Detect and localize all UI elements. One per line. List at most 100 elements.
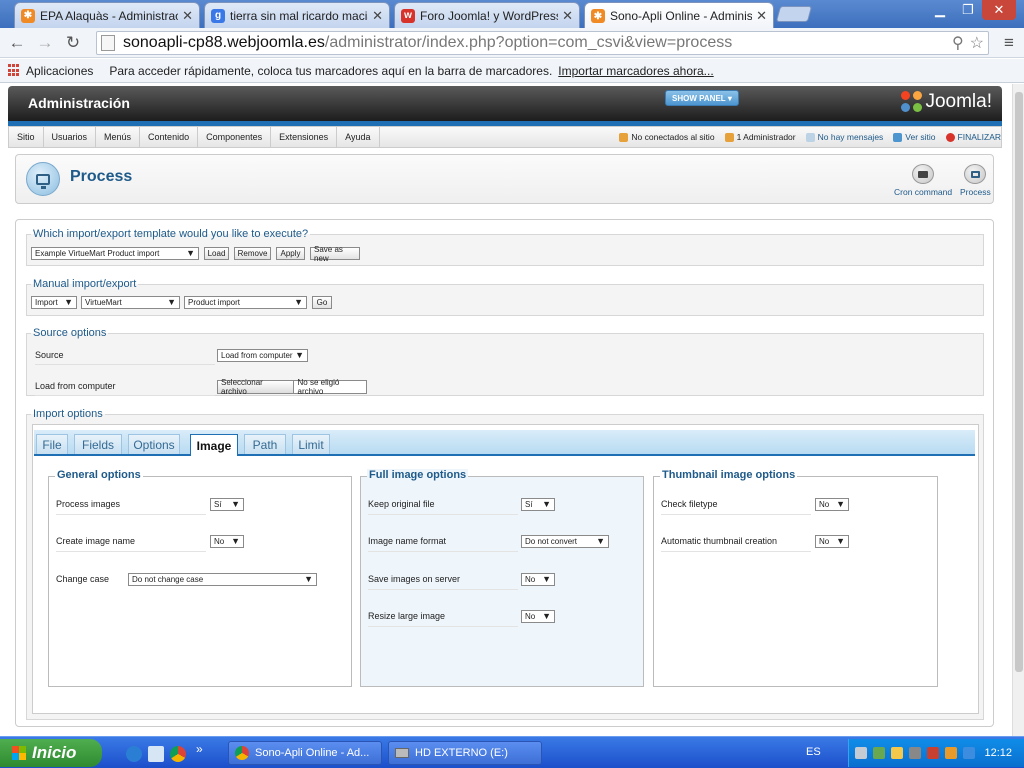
- resize-large-select[interactable]: No ▼: [521, 610, 555, 623]
- change-case-value: Do not change case: [132, 575, 204, 584]
- windows-taskbar: Inicio » Sono-Apli Online - Ad... HD EXT…: [0, 736, 1024, 768]
- apply-button[interactable]: Apply: [276, 247, 305, 260]
- new-tab-button[interactable]: [775, 6, 813, 22]
- menu-item-sitio[interactable]: Sitio: [9, 127, 44, 147]
- shield-icon[interactable]: [891, 747, 903, 759]
- general-options-panel: General options Process images Sí ▼ Creat…: [48, 469, 352, 687]
- chevron-right-icon[interactable]: »: [196, 742, 203, 756]
- process-images-select[interactable]: Sí ▼: [210, 498, 244, 511]
- template-select[interactable]: Example VirtueMart Product import ▼: [31, 247, 199, 260]
- check-filetype-select[interactable]: No ▼: [815, 498, 849, 511]
- create-image-name-value: No: [214, 537, 225, 546]
- ie-icon[interactable]: [126, 746, 142, 762]
- menu-icon[interactable]: ≡: [998, 32, 1020, 54]
- view-site-link[interactable]: Ver sitio: [893, 132, 936, 142]
- file-status: No se eligió archivo: [297, 378, 340, 396]
- admin-icon: [724, 132, 734, 142]
- operation-select-value: Product import: [188, 298, 241, 307]
- menu-item-componentes[interactable]: Componentes: [198, 127, 272, 147]
- windows-flag-icon: [12, 746, 26, 760]
- language-indicator[interactable]: ES: [806, 746, 821, 758]
- chevron-down-icon: ▼: [167, 297, 176, 307]
- update-icon[interactable]: [963, 747, 975, 759]
- back-icon[interactable]: ←: [6, 32, 28, 54]
- operation-select[interactable]: Product import ▼: [184, 296, 307, 309]
- explorer-icon[interactable]: [148, 746, 164, 762]
- save-as-new-button[interactable]: Save as new: [310, 245, 360, 263]
- auto-thumbnail-label: Automatic thumbnail creation: [661, 536, 811, 552]
- google-icon: g: [211, 8, 225, 23]
- choose-file-button[interactable]: Seleccionar archivo: [218, 378, 294, 396]
- maximize-icon[interactable]: ❐: [954, 0, 982, 20]
- browser-tab-epa[interactable]: ✱ EPA Alaquàs - Administración ✕: [14, 2, 200, 28]
- view-site-label: Ver sitio: [905, 132, 936, 142]
- change-case-select[interactable]: Do not change case ▼: [128, 573, 317, 586]
- menu-item-menus[interactable]: Menús: [96, 127, 141, 147]
- window-close-icon[interactable]: ✕: [982, 0, 1016, 20]
- forward-icon[interactable]: →: [34, 32, 56, 54]
- menu-item-extensiones[interactable]: Extensiones: [271, 127, 338, 147]
- save-images-select[interactable]: No ▼: [521, 573, 555, 586]
- taskbar-item-drive[interactable]: HD EXTERNO (E:): [388, 741, 542, 765]
- search-icon[interactable]: ⚲: [952, 33, 964, 53]
- close-icon[interactable]: ✕: [562, 8, 573, 24]
- chrome-icon[interactable]: [170, 746, 186, 762]
- go-button[interactable]: Go: [312, 296, 332, 309]
- address-bar[interactable]: sonoapli-cp88.webjoomla.es/administrator…: [96, 31, 989, 55]
- browser-tab-google[interactable]: g tierra sin mal ricardo macian ✕: [204, 2, 390, 28]
- action-select[interactable]: Import ▼: [31, 296, 77, 309]
- app-tray-icon[interactable]: [945, 747, 957, 759]
- action-select-value: Import: [35, 298, 58, 307]
- browser-tab-foro[interactable]: w Foro Joomla! y WordPress :: ✕: [394, 2, 580, 28]
- tab-image[interactable]: Image: [190, 434, 238, 456]
- status-messages[interactable]: No hay mensajes: [805, 132, 883, 142]
- file-input[interactable]: Seleccionar archivo No se eligió archivo: [217, 378, 367, 396]
- remove-button[interactable]: Remove: [234, 247, 271, 260]
- auto-thumbnail-select[interactable]: No ▼: [815, 535, 849, 548]
- device-icon[interactable]: [909, 747, 921, 759]
- reload-icon[interactable]: ↻: [62, 32, 84, 54]
- close-icon[interactable]: ✕: [182, 8, 193, 24]
- bell-icon[interactable]: [855, 747, 867, 759]
- component-select[interactable]: VirtueMart ▼: [81, 296, 180, 309]
- process-button[interactable]: Process: [960, 164, 991, 197]
- cron-command-button[interactable]: Cron command: [894, 164, 952, 197]
- show-panel-button[interactable]: SHOW PANEL ▾: [665, 90, 739, 106]
- close-icon[interactable]: ✕: [756, 8, 767, 24]
- start-button[interactable]: Inicio: [0, 739, 102, 767]
- vertical-scrollbar[interactable]: [1012, 84, 1024, 736]
- scrollbar-thumb[interactable]: [1015, 92, 1023, 672]
- chevron-down-icon: ▼: [294, 297, 303, 307]
- keep-original-select[interactable]: Sí ▼: [521, 498, 555, 511]
- minimize-icon[interactable]: ▁: [926, 0, 954, 20]
- close-icon[interactable]: ✕: [372, 8, 383, 24]
- taskbar-item-chrome[interactable]: Sono-Apli Online - Ad...: [228, 741, 382, 765]
- logout-link[interactable]: FINALIZAR: [945, 132, 1001, 142]
- tab-fields[interactable]: Fields: [74, 434, 122, 454]
- menu-item-usuarios[interactable]: Usuarios: [44, 127, 97, 147]
- star-icon[interactable]: ☆: [970, 33, 984, 53]
- tab-path[interactable]: Path: [244, 434, 286, 454]
- apps-button[interactable]: Aplicaciones: [8, 64, 93, 78]
- chevron-down-icon: ▼: [231, 499, 240, 509]
- chevron-down-icon: ▼: [542, 611, 551, 621]
- tab-options[interactable]: Options: [128, 434, 180, 454]
- chevron-down-icon: ▼: [836, 536, 845, 546]
- image-name-format-select[interactable]: Do not convert ▼: [521, 535, 609, 548]
- process-monitor-icon: [26, 162, 60, 196]
- chevron-down-icon: ▼: [304, 574, 313, 584]
- import-bookmarks-link[interactable]: Importar marcadores ahora...: [558, 64, 713, 78]
- joomla-main-menu: Sitio Usuarios Menús Contenido Component…: [8, 126, 1002, 148]
- tab-title: EPA Alaquàs - Administración: [40, 8, 178, 23]
- menu-item-contenido[interactable]: Contenido: [140, 127, 199, 147]
- menu-item-ayuda[interactable]: Ayuda: [337, 127, 380, 147]
- tab-limit[interactable]: Limit: [292, 434, 330, 454]
- browser-tab-sonoapli[interactable]: ✱ Sono-Apli Online - Administra ✕: [584, 2, 774, 29]
- tab-file[interactable]: File: [36, 434, 68, 454]
- volume-icon[interactable]: [927, 747, 939, 759]
- load-button[interactable]: Load: [204, 247, 229, 260]
- source-select[interactable]: Load from computer ▼: [217, 349, 308, 362]
- tab-title: Sono-Apli Online - Administra: [610, 9, 753, 23]
- network-icon[interactable]: [873, 747, 885, 759]
- create-image-name-select[interactable]: No ▼: [210, 535, 244, 548]
